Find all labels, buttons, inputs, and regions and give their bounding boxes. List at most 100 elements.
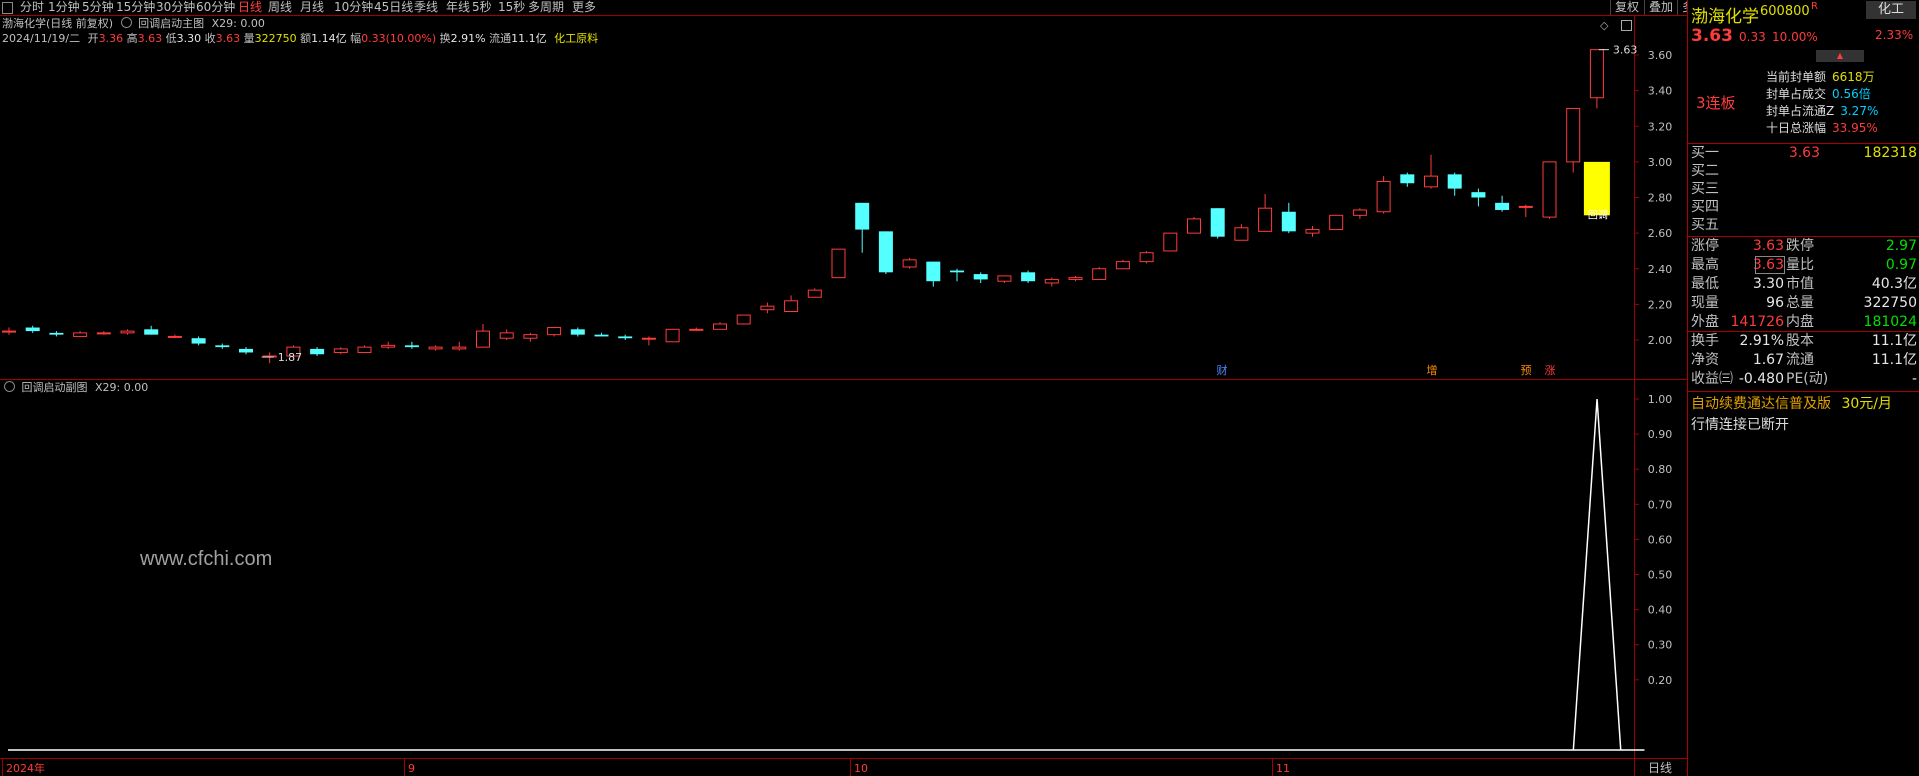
candle-body — [381, 344, 396, 348]
indicator-toggle-icon[interactable] — [120, 17, 132, 28]
candle-body — [1210, 208, 1225, 237]
main-tick-label: 3.60 — [1648, 49, 1673, 62]
candle-body — [452, 346, 467, 350]
candle-body — [1352, 209, 1367, 216]
stock-label: 渤海化学(日线 前复权) — [2, 17, 114, 30]
stat-label: 流通 — [1786, 352, 1814, 368]
bid-row[interactable]: 买三 — [1688, 180, 1919, 199]
high-label: 3.63 — [1613, 44, 1638, 57]
candle-body — [1471, 192, 1486, 198]
main-chart-header: 渤海化学(日线 前复权) 回调启动主图 X29: 0.00 — [2, 17, 265, 31]
high-value: 3.63 — [137, 32, 163, 45]
candle-body — [96, 332, 111, 335]
stat-label: 总量 — [1786, 295, 1814, 311]
main-indicator-name[interactable]: 回调启动主图 — [138, 17, 204, 30]
bid-row[interactable]: 买二 — [1688, 162, 1919, 181]
x-axis-label: 11 — [1276, 762, 1290, 775]
bid-volume: 182318 — [1863, 145, 1917, 161]
stat-row: 最高 3.63 量比 0.97 — [1688, 256, 1919, 275]
candle-body — [120, 330, 135, 334]
bid-row[interactable]: 买四 — [1688, 198, 1919, 217]
stat-value: 0.97 — [1885, 257, 1917, 273]
seal-stat-value: 33.95% — [1832, 121, 1878, 135]
stat-value: 3.63 — [1752, 238, 1784, 254]
sub-tick-label: 0.80 — [1648, 463, 1673, 476]
stat-label: 股本 — [1786, 333, 1814, 349]
panel-price: 3.63 — [1691, 26, 1733, 46]
high-value-highlight — [1755, 256, 1785, 274]
seal-stat-label: 当前封单额 — [1766, 70, 1827, 84]
close-panel-icon[interactable] — [1621, 20, 1632, 31]
seal-stat-row: 十日总涨幅 33.95% — [1766, 119, 1878, 136]
amount-label: 额 — [300, 32, 312, 45]
industry-button[interactable]: 化工 — [1866, 1, 1916, 19]
bid-row[interactable]: 买五 — [1688, 216, 1919, 235]
stat-row: 现量 96 总量 322750 — [1688, 294, 1919, 313]
watermark: www.cfchi.com — [140, 548, 273, 570]
sub-indicator-name[interactable]: 回调启动副图 — [22, 381, 88, 394]
volume-label: 量 — [243, 32, 255, 45]
candle-body — [167, 335, 182, 338]
industry-value[interactable]: 化工原料 — [554, 32, 598, 45]
sub-tick-label: 0.60 — [1648, 533, 1673, 546]
candle-body — [997, 275, 1012, 282]
candle-body — [404, 345, 419, 348]
candle-body — [1400, 174, 1415, 184]
main-tick-label: 3.00 — [1648, 156, 1673, 169]
candle-body — [878, 231, 893, 273]
stat-value: 141726 — [1730, 314, 1784, 330]
main-indicator-value: X29: 0.00 — [211, 17, 265, 30]
candle-body — [1068, 277, 1083, 280]
seal-stat-value: 3.27% — [1840, 104, 1879, 118]
candle-body — [1092, 268, 1107, 280]
indicator-toggle-icon[interactable] — [4, 381, 15, 392]
candle-body — [1021, 272, 1036, 282]
candle-body — [831, 248, 846, 279]
main-tick-label: 2.00 — [1648, 334, 1673, 347]
stat-row: 净资 1.67 流通 11.1亿 — [1688, 351, 1919, 370]
low-label: 1.87 — [278, 351, 303, 364]
panel-stock-code: 600800 — [1760, 4, 1810, 19]
stat-value: 2.91% — [1739, 333, 1784, 349]
bid-label: 买一 — [1691, 145, 1719, 161]
stat-label: 涨停 — [1691, 238, 1719, 254]
bid-price: 3.63 — [1788, 145, 1820, 161]
stat-label: 量比 — [1786, 257, 1814, 273]
candle-body — [736, 314, 751, 325]
candle-body — [1518, 205, 1533, 208]
seal-stat-row: 封单占流通Z 3.27% — [1766, 102, 1878, 119]
candle-body — [428, 346, 443, 350]
event-marker: 预 — [1521, 364, 1532, 377]
stat-label: 收益㈢ — [1691, 371, 1733, 387]
stat-value: - — [1911, 371, 1917, 387]
board-count-label: 3连板 — [1696, 94, 1736, 112]
sub-tick-label: 0.20 — [1648, 674, 1673, 687]
x-axis-label: 2024年 — [6, 761, 45, 775]
candle-body — [1424, 175, 1438, 188]
sub-tick-label: 0.70 — [1648, 498, 1673, 511]
promo-row[interactable]: 自动续费通达信普及版 30元/月 — [1691, 393, 1892, 413]
collapse-icon[interactable]: ▲ — [1816, 50, 1864, 62]
stat-value: 322750 — [1863, 295, 1917, 311]
quote-date: 2024/11/19/二 — [2, 32, 81, 45]
event-marker: 涨 — [1545, 364, 1556, 377]
promo-price[interactable]: 30元/月 — [1841, 396, 1892, 412]
candle-body — [191, 338, 206, 344]
sub-tick-label: 0.90 — [1648, 428, 1673, 441]
candle-body — [2, 330, 16, 333]
promo-text[interactable]: 自动续费通达信普及版 — [1691, 396, 1831, 412]
stat-label: 最低 — [1691, 276, 1719, 292]
candle-body — [499, 332, 514, 339]
candle-body — [357, 346, 372, 353]
expand-icon[interactable]: ◇ — [1600, 19, 1608, 32]
seal-stat-label: 封单占流通Z — [1766, 104, 1835, 118]
candle-body — [310, 348, 325, 355]
candle-body — [73, 332, 88, 337]
open-label: 开 — [87, 32, 99, 45]
stat-label: PE(动) — [1786, 371, 1829, 387]
candle-body — [333, 348, 348, 353]
kline-chart[interactable]: 3.60 3.40 3.20 3.00 2.80 2.60 2.40 2.20 2.00 1.00… — [0, 0, 1687, 776]
bid-row[interactable]: 买一 3.63 182318 — [1688, 144, 1919, 163]
low-value: 3.30 — [176, 32, 202, 45]
turnover-label: 换 — [439, 32, 451, 45]
